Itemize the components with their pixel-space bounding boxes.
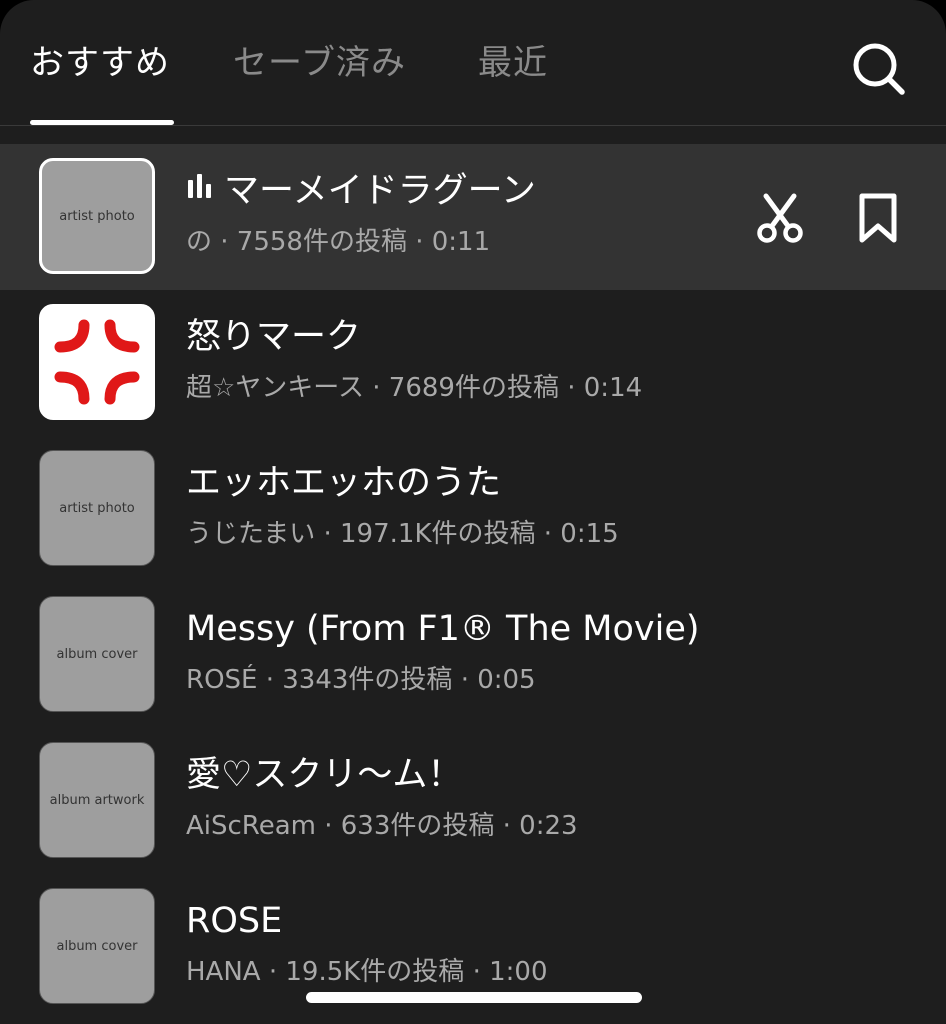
- sound-title: マーメイドラグーン: [186, 168, 536, 215]
- sound-row-selected[interactable]: artist photo マーメイドラグーン の · 7558件の投稿 · 0:…: [0, 144, 946, 290]
- anger-mark-thumbnail: [39, 304, 155, 420]
- use-sound-button[interactable]: [752, 190, 808, 246]
- sound-row[interactable]: artist photo エッホエッホのうた うじたまい · 197.1K件の投…: [0, 436, 946, 582]
- sound-meta: AiScReam · 633件の投稿 · 0:23: [186, 811, 578, 841]
- scissors-icon: [757, 193, 803, 243]
- sound-thumbnail: album cover: [39, 596, 155, 712]
- sound-meta: 超☆ヤンキース · 7689件の投稿 · 0:14: [186, 373, 643, 403]
- save-sound-button[interactable]: [850, 190, 906, 246]
- audio-bars-icon: [186, 166, 214, 212]
- sound-thumbnail: artist photo: [39, 450, 155, 566]
- sound-picker-sheet: おすすめ セーブ済み 最近 artist photo マーメイドラグーン の ·…: [0, 0, 946, 1024]
- sound-row[interactable]: album cover Messy (From F1® The Movie) R…: [0, 582, 946, 728]
- search-button[interactable]: [846, 36, 910, 100]
- sound-title: Messy (From F1® The Movie): [186, 609, 700, 649]
- sound-thumbnail: album artwork: [39, 742, 155, 858]
- header-divider: [0, 125, 946, 126]
- sound-meta: うじたまい · 197.1K件の投稿 · 0:15: [186, 519, 619, 549]
- tab-recommended[interactable]: おすすめ: [30, 40, 170, 86]
- sound-row[interactable]: album artwork 愛♡スクリ〜ム！ AiScReam · 633件の投…: [0, 728, 946, 874]
- sound-title: エッホエッホのうた: [186, 463, 502, 503]
- sound-thumbnail: album cover: [39, 888, 155, 1004]
- sound-title: 怒りマーク: [186, 317, 362, 357]
- sound-row[interactable]: 怒りマーク 超☆ヤンキース · 7689件の投稿 · 0:14: [0, 290, 946, 436]
- sound-meta: ROSÉ · 3343件の投稿 · 0:05: [186, 665, 536, 695]
- tab-saved[interactable]: セーブ済み: [233, 40, 406, 86]
- sound-meta: HANA · 19.5K件の投稿 · 1:00: [186, 957, 548, 987]
- home-indicator: [306, 992, 642, 1003]
- tab-bar: おすすめ セーブ済み 最近: [0, 0, 946, 126]
- sound-thumbnail: artist photo: [39, 158, 155, 274]
- search-icon: [853, 43, 905, 95]
- sound-title-text: マーメイドラグーン: [224, 171, 536, 211]
- sound-meta: の · 7558件の投稿 · 0:11: [186, 227, 491, 257]
- anger-mark-icon: [54, 319, 140, 405]
- bookmark-icon: [859, 193, 897, 243]
- sound-title: 愛♡スクリ〜ム！: [186, 755, 463, 795]
- tab-recent[interactable]: 最近: [478, 40, 548, 86]
- sound-title: ROSE: [186, 901, 283, 941]
